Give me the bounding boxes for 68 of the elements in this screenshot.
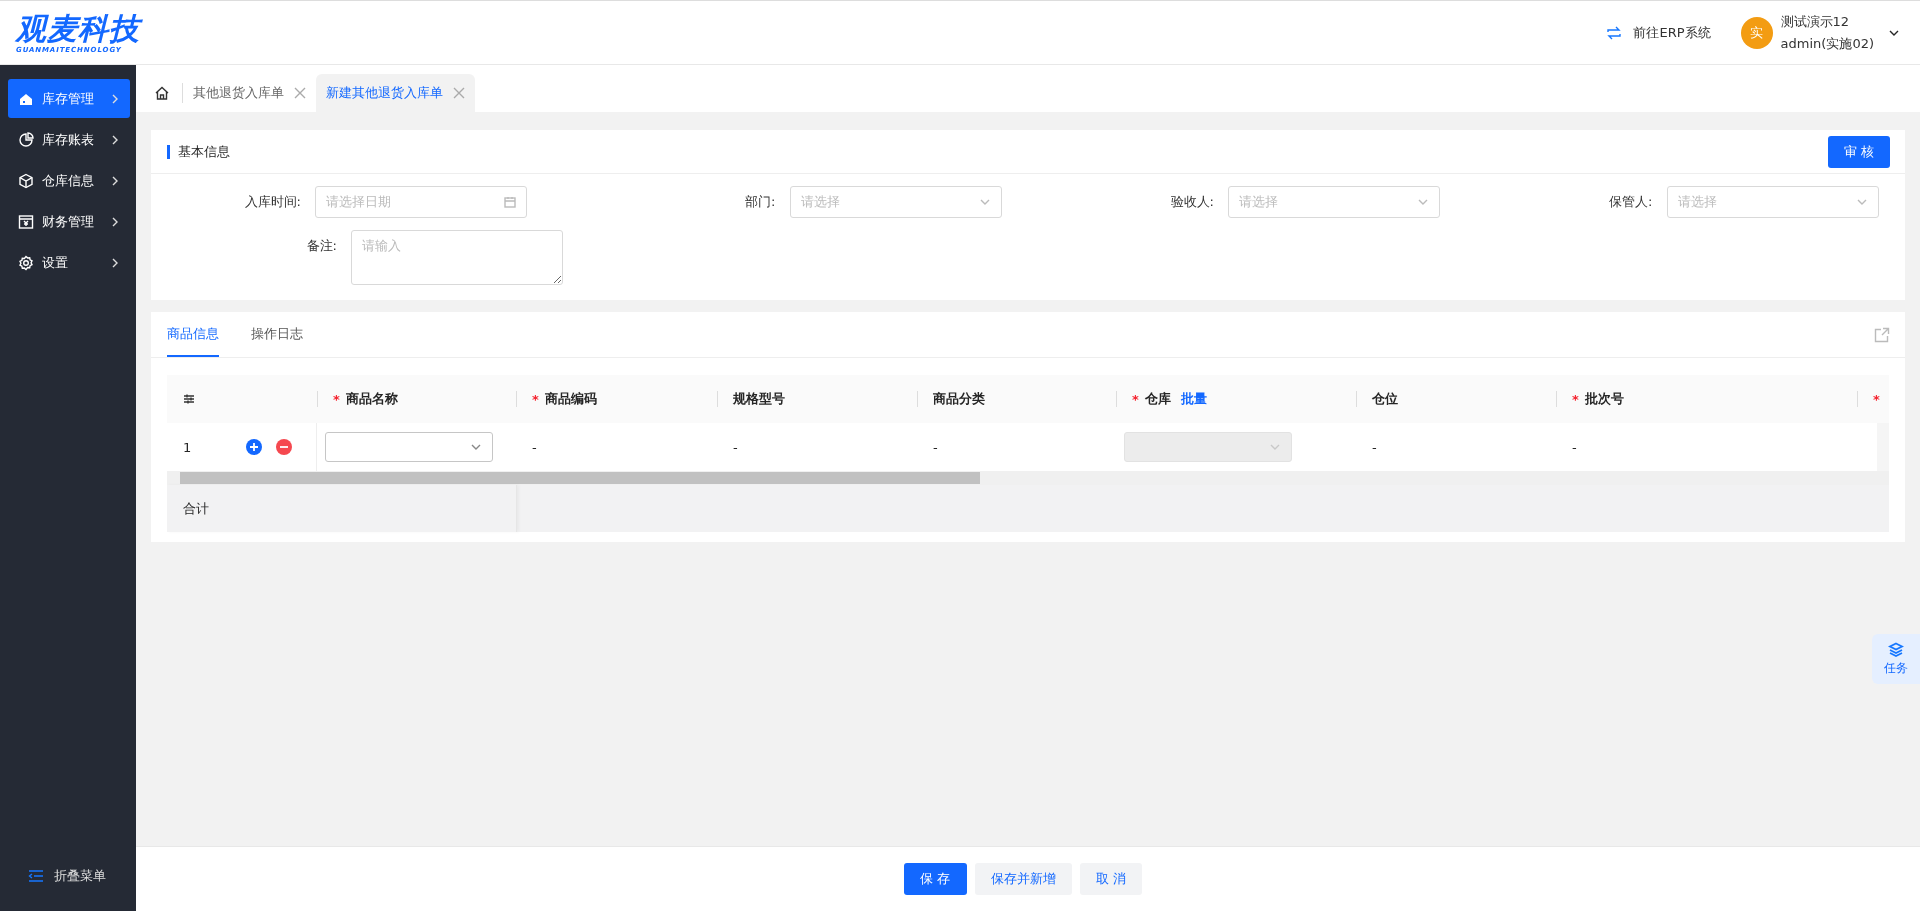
close-icon: [453, 87, 465, 99]
sidebar-item[interactable]: 库存账表: [8, 120, 130, 159]
table-cell: -: [532, 439, 537, 455]
sidebar-item[interactable]: 设置: [8, 243, 130, 282]
avatar: 实: [1740, 16, 1773, 49]
column-header: 仓位: [1372, 390, 1398, 408]
field-label: 验收人:: [1169, 193, 1215, 211]
chevron-right-icon: [110, 133, 120, 146]
field-label: 保管人:: [1608, 193, 1654, 211]
required-mark: *: [333, 391, 340, 407]
tab[interactable]: 操作日志: [251, 312, 303, 357]
sidebar-item[interactable]: 财务管理: [8, 202, 130, 241]
chevron-right-icon: [110, 256, 120, 269]
summary-label: 合计: [183, 499, 209, 518]
table-cell: -: [1372, 439, 1377, 455]
user-account: admin(实施02): [1780, 34, 1874, 53]
table-cell: -: [1572, 439, 1577, 455]
required-mark: *: [1873, 391, 1880, 407]
table-cell: -: [933, 439, 938, 455]
home-tab[interactable]: [154, 83, 183, 103]
page-tab[interactable]: 其他退货入库单: [183, 74, 316, 112]
column-header: 商品名称: [345, 390, 398, 408]
row-number: 1: [183, 439, 193, 455]
chevron-right-icon: [110, 174, 120, 187]
column-header: 商品编码: [544, 390, 597, 408]
cube-icon: [18, 172, 34, 189]
chevron-right-icon: [110, 92, 120, 105]
table-cell: -: [733, 439, 738, 455]
select-field[interactable]: [325, 432, 493, 462]
collapse-menu-button[interactable]: 折叠菜单: [8, 841, 130, 911]
required-mark: *: [532, 391, 539, 407]
sidebar-item[interactable]: 库存管理: [8, 79, 130, 118]
sliders-icon: [183, 393, 195, 405]
audit-button[interactable]: 审 核: [1827, 135, 1890, 168]
required-mark: *: [1132, 391, 1139, 407]
remove-row-icon[interactable]: [275, 438, 293, 456]
batch-link[interactable]: 批量: [1180, 390, 1207, 408]
column-header: 仓库: [1144, 390, 1171, 408]
column-header: 批次号: [1584, 390, 1624, 408]
action-button[interactable]: 保存并新增: [974, 863, 1072, 895]
close-icon: [294, 87, 306, 99]
section-title: 基本信息: [167, 144, 230, 159]
page-tab[interactable]: 新建其他退货入库单: [316, 74, 475, 112]
user-name: 测试演示12: [1780, 12, 1851, 31]
textarea-field[interactable]: 请输入: [351, 230, 563, 285]
tab[interactable]: 商品信息: [167, 312, 219, 357]
field-label: 入库时间:: [243, 193, 302, 211]
menu-fold-icon: [28, 869, 44, 883]
sidebar-item[interactable]: 仓库信息: [8, 161, 130, 200]
pie-chart-icon: [18, 131, 34, 148]
required-mark: *: [1572, 391, 1579, 407]
column-header: 规格型号: [733, 390, 785, 408]
action-button[interactable]: 保 存: [904, 863, 967, 895]
add-row-icon[interactable]: [245, 438, 263, 456]
action-button[interactable]: 取 消: [1079, 863, 1142, 895]
chevron-right-icon: [110, 215, 120, 228]
expand-icon: [1874, 326, 1890, 343]
field-label: 部门:: [744, 193, 777, 211]
column-header: 商品分类: [933, 390, 985, 408]
task-button[interactable]: 任务: [1872, 634, 1920, 684]
cash-register-icon: [18, 213, 34, 230]
gear-icon: [18, 254, 34, 271]
erp-link[interactable]: 前往ERP系统: [1605, 23, 1711, 42]
layers-icon: [1888, 641, 1904, 658]
horizontal-scrollbar[interactable]: [167, 471, 1889, 485]
home-icon: [154, 85, 170, 101]
field-label: 备注:: [305, 237, 338, 255]
calendar-icon: [504, 196, 516, 208]
